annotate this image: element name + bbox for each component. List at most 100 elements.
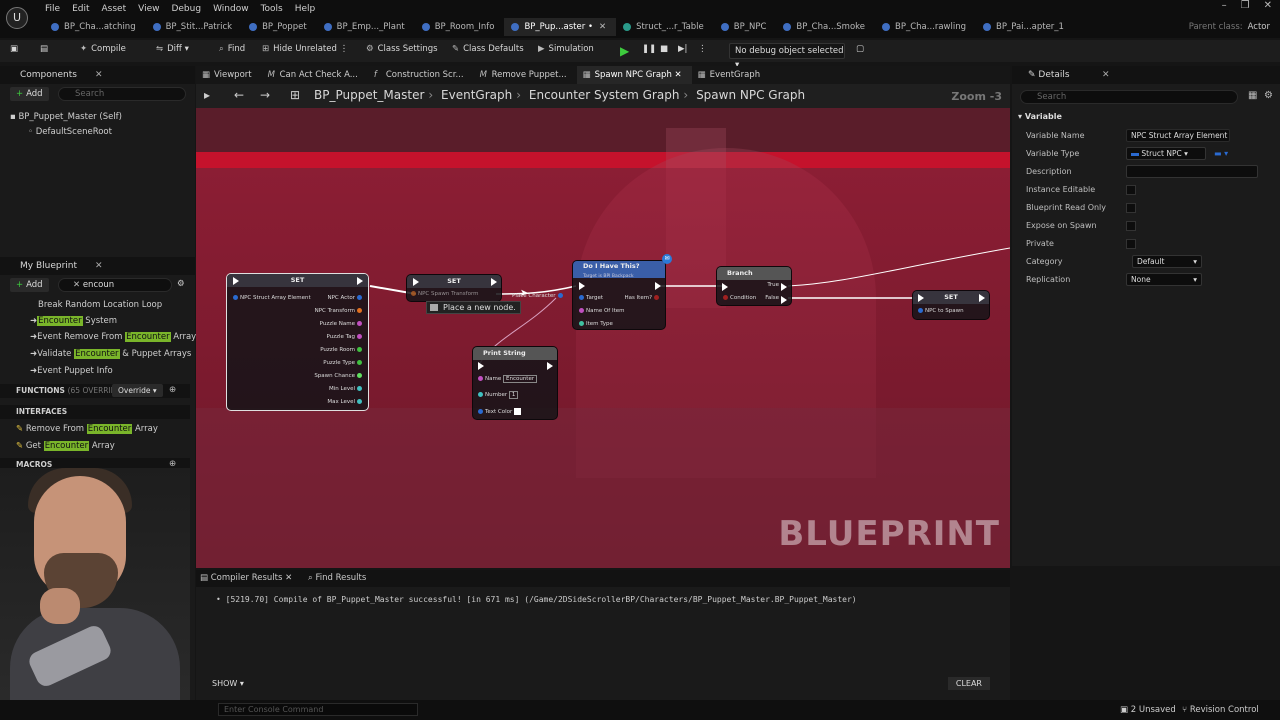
exec-out-false-pin[interactable] — [781, 296, 787, 304]
close-panel-icon[interactable]: ✕ — [95, 66, 103, 84]
tab-can-act-check[interactable]: M Can Act Check A... — [262, 66, 368, 84]
node-pin[interactable]: Item Type — [577, 321, 613, 327]
container-type-dropdown[interactable]: ▬ ▾ — [1214, 149, 1228, 158]
event-item[interactable]: ➜Event Puppet Info — [30, 366, 113, 376]
crumb-spawn-npc[interactable]: Spawn NPC Graph — [696, 88, 805, 102]
back-arrow-icon[interactable]: ← — [234, 88, 244, 102]
color-swatch[interactable] — [513, 408, 521, 415]
interface-item[interactable]: ✎ Get Encounter Array — [16, 441, 115, 451]
number-value-field[interactable]: 1 — [508, 391, 519, 399]
menu-file[interactable]: File — [44, 2, 71, 16]
compile-button[interactable]: ✦ Compile — [80, 44, 126, 54]
close-panel-icon[interactable]: ✕ — [1102, 66, 1110, 84]
menu-edit[interactable]: Edit — [71, 2, 100, 16]
doc-tab[interactable]: BP_Emp..._Plant — [317, 18, 415, 36]
component-scene-root[interactable]: ◦ DefaultSceneRoot — [28, 127, 112, 137]
browse-icon[interactable]: ▤ — [40, 44, 48, 54]
add-component-button[interactable]: + Add — [10, 87, 49, 101]
pause-icon[interactable]: ❚❚ — [642, 44, 656, 54]
blueprint-search-input[interactable]: ✕ encoun — [58, 278, 172, 292]
menu-view[interactable]: View — [137, 2, 170, 16]
revision-control[interactable]: ⑂ Revision Control — [1182, 705, 1259, 715]
node-pin[interactable]: NPC Transform — [315, 308, 364, 314]
graph-tree-icon[interactable]: ⊞ — [290, 88, 300, 102]
doc-tab[interactable]: BP_Stit...Patrick — [146, 18, 242, 36]
close-tab-icon[interactable]: ✕ — [675, 70, 682, 80]
crumb-encounter-system[interactable]: Encounter System Graph — [529, 88, 680, 102]
settings-gear-icon[interactable]: ⚙ — [177, 279, 185, 289]
interface-item[interactable]: ✎ Remove From Encounter Array — [16, 424, 158, 434]
close-panel-icon[interactable]: ✕ — [95, 257, 103, 275]
save-icon[interactable]: ▣ — [10, 44, 18, 54]
hide-unrelated-button[interactable]: ⊞ Hide Unrelated ⋮ — [262, 44, 348, 54]
doc-tab-active[interactable]: BP_Pup...aster • ✕ — [504, 18, 617, 36]
node-pin[interactable]: Min Level — [329, 386, 364, 392]
description-field[interactable] — [1126, 165, 1258, 178]
node-pin[interactable]: NPC Actor — [328, 295, 365, 301]
node-pin[interactable]: NPC Struct Array Element — [231, 295, 311, 301]
node-pin[interactable]: NPC to Spawn — [916, 308, 964, 314]
console-input[interactable]: Enter Console Command — [218, 703, 418, 716]
instance-editable-checkbox[interactable] — [1126, 185, 1136, 195]
close-tab-icon[interactable]: ✕ — [599, 22, 606, 32]
class-defaults-button[interactable]: ✎ Class Defaults — [452, 44, 524, 54]
unsaved-indicator[interactable]: ▣ 2 Unsaved — [1120, 705, 1176, 715]
doc-tab[interactable]: BP_Cha...atching — [44, 18, 146, 36]
simulation-button[interactable]: ▶ Simulation — [538, 44, 594, 54]
node-pin[interactable]: Text Color — [476, 408, 521, 415]
tab-viewport[interactable]: ▦ Viewport — [196, 66, 262, 84]
add-function-icon[interactable]: ⊕ — [169, 385, 176, 395]
set-node-spawn-transform[interactable]: SET NPC Spawn Transform — [406, 274, 502, 302]
show-dropdown[interactable]: SHOW ▾ — [212, 678, 244, 690]
clear-search-icon[interactable]: ✕ — [73, 280, 83, 290]
close-tab-icon[interactable]: ✕ — [285, 573, 292, 583]
name-value-field[interactable]: Encounter — [502, 375, 538, 383]
more-options-icon[interactable]: ⋮ — [698, 44, 707, 54]
crumb-eventgraph[interactable]: EventGraph — [441, 88, 512, 102]
minimize-icon[interactable]: – — [1222, 0, 1227, 11]
variable-section-header[interactable]: ▾ Variable — [1018, 112, 1062, 121]
doc-tab[interactable]: BP_Room_Info — [415, 18, 505, 36]
node-pin[interactable]: Spawn Chance — [314, 373, 364, 379]
debug-browse-icon[interactable]: ▢ — [856, 44, 864, 54]
component-self[interactable]: ▪ BP_Puppet_Master (Self) — [10, 112, 122, 122]
exec-out-true-pin[interactable] — [781, 283, 787, 291]
parent-class-link[interactable]: Actor — [1248, 22, 1270, 32]
node-pin[interactable]: NPC Spawn Transform — [409, 291, 478, 297]
stop-icon[interactable]: ■ — [660, 44, 668, 54]
play-button[interactable]: ▶ — [620, 44, 634, 58]
forward-arrow-icon[interactable]: → — [260, 88, 270, 102]
doc-tab[interactable]: BP_Cha...Smoke — [776, 18, 875, 36]
node-pin[interactable]: True — [767, 282, 779, 288]
close-window-icon[interactable]: ✕ — [1264, 0, 1272, 11]
exec-in-pin[interactable] — [579, 282, 585, 290]
clear-button[interactable]: CLEAR — [947, 677, 990, 690]
override-dropdown[interactable]: Override ▾ — [112, 384, 163, 397]
node-pin[interactable]: Condition — [721, 295, 756, 301]
do-i-have-this-node[interactable]: Do I Have This? Target is BPI Backpack Ta… — [572, 260, 666, 330]
table-view-icon[interactable]: ▦ — [1248, 90, 1257, 101]
set-node-struct[interactable]: SET NPC Struct Array Element NPC Actor N… — [226, 273, 369, 411]
doc-tab[interactable]: BP_Pai...apter_1 — [976, 18, 1074, 36]
tab-eventgraph[interactable]: ▦ EventGraph — [692, 66, 770, 84]
category-dropdown[interactable]: Default ▾ — [1132, 255, 1202, 268]
event-item[interactable]: ➜Event Remove From Encounter Array — [30, 332, 196, 342]
tab-construction-script[interactable]: f Construction Scr... — [368, 66, 474, 84]
add-member-button[interactable]: + Add — [10, 278, 49, 292]
menu-help[interactable]: Help — [294, 2, 327, 16]
node-pin[interactable]: Name Of Item — [577, 308, 625, 314]
node-pin[interactable]: Target — [577, 295, 603, 301]
exec-out-pin[interactable] — [357, 277, 363, 285]
variable-name-field[interactable]: NPC Struct Array Element — [1126, 129, 1230, 142]
crumb-blueprint[interactable]: BP_Puppet_Master — [314, 88, 424, 102]
set-node-npc-to-spawn[interactable]: SET NPC to Spawn — [912, 290, 990, 320]
read-only-checkbox[interactable] — [1126, 203, 1136, 213]
exec-in-pin[interactable] — [918, 294, 924, 302]
exec-out-pin[interactable] — [979, 294, 985, 302]
graph-home-icon[interactable]: ▸ — [204, 88, 210, 102]
node-pin[interactable]: False — [765, 295, 779, 301]
menu-asset[interactable]: Asset — [101, 2, 138, 16]
menu-tools[interactable]: Tools — [260, 2, 294, 16]
doc-tab[interactable]: Struct_...r_Table — [616, 18, 714, 36]
exec-in-pin[interactable] — [722, 283, 728, 291]
